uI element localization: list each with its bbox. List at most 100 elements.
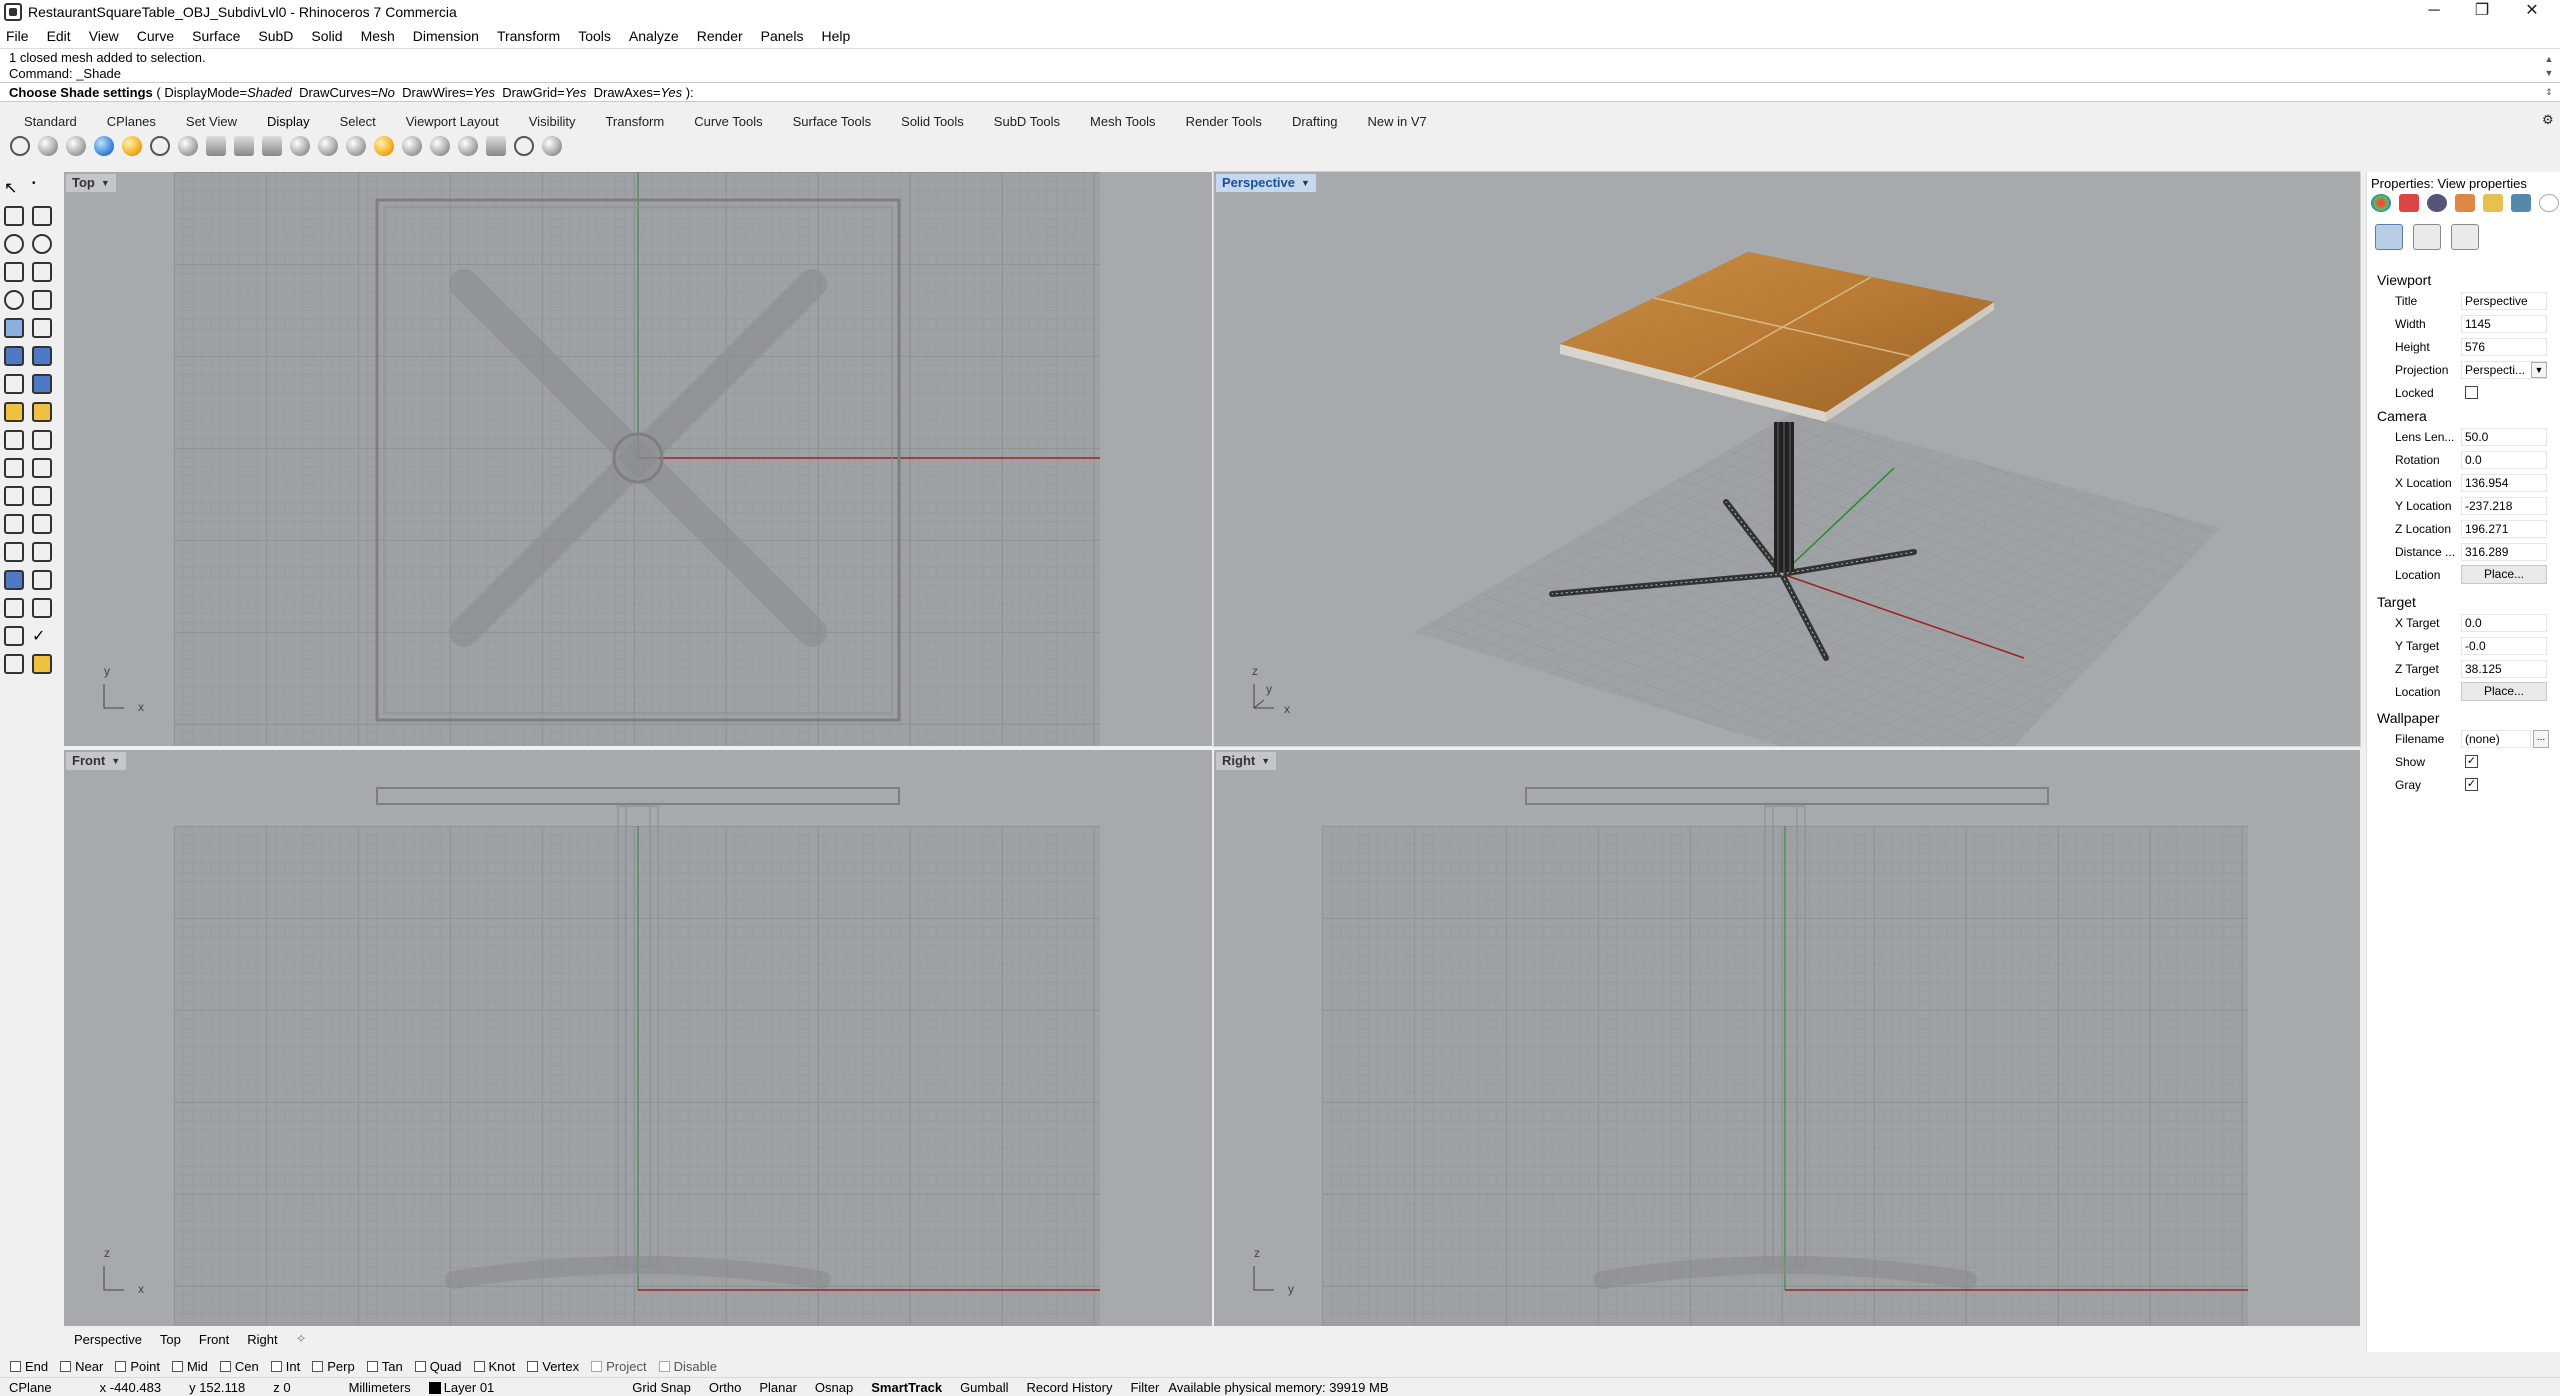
boolean-icon[interactable] [32, 374, 52, 394]
help-icon[interactable] [2539, 194, 2559, 212]
sphere-solid-icon[interactable] [32, 346, 52, 366]
view-tab-top[interactable]: Top [160, 1332, 181, 1347]
display-options-icon[interactable] [318, 136, 338, 156]
width-field[interactable]: 1145 [2461, 315, 2547, 333]
polyline-icon[interactable] [4, 206, 24, 226]
surface-icon[interactable] [4, 318, 24, 338]
move-icon[interactable] [4, 486, 24, 506]
mirror-icon[interactable] [32, 514, 52, 534]
view-tab-front[interactable]: Front [199, 1332, 229, 1347]
transform-icon[interactable] [4, 626, 24, 646]
osnap-mid[interactable]: Mid [171, 1359, 208, 1374]
circle-icon[interactable] [4, 234, 24, 254]
camera-place-button[interactable]: Place... [2461, 565, 2547, 584]
menu-solid[interactable]: Solid [311, 28, 342, 44]
explode-icon[interactable] [4, 402, 24, 422]
menu-panels[interactable]: Panels [761, 28, 804, 44]
tab-standard[interactable]: Standard [24, 114, 77, 129]
browse-button[interactable]: ... [2533, 730, 2549, 748]
tab-display[interactable]: Display [267, 114, 310, 129]
tab-new-in-v7[interactable]: New in V7 [1367, 114, 1426, 129]
smarttrack-toggle[interactable]: SmartTrack [862, 1380, 951, 1395]
zebra-icon[interactable] [402, 136, 422, 156]
rotate-icon[interactable] [32, 486, 52, 506]
tab-select[interactable]: Select [340, 114, 376, 129]
viewport-perspective[interactable]: z y x Perspective ▼ [1213, 171, 2361, 747]
distance-field[interactable]: 316.289 [2461, 543, 2547, 561]
fillet-icon[interactable] [32, 290, 52, 310]
rectangle-icon[interactable] [32, 262, 52, 282]
close-button[interactable]: ✕ [2508, 0, 2556, 24]
prompt-spin-icon[interactable]: ⇕ [2542, 83, 2556, 101]
tab-visibility[interactable]: Visibility [529, 114, 576, 129]
lens-length-field[interactable]: 50.0 [2461, 428, 2547, 446]
curve-icon[interactable] [32, 206, 52, 226]
ortho-toggle[interactable]: Ortho [700, 1380, 751, 1395]
technical-icon[interactable] [178, 136, 198, 156]
trim-icon[interactable] [4, 430, 24, 450]
tab-cplanes[interactable]: CPlanes [107, 114, 156, 129]
viewport-title-perspective[interactable]: Perspective ▼ [1216, 174, 1316, 192]
option-drawaxes[interactable]: DrawAxes=Yes [594, 85, 683, 100]
xray-icon[interactable] [150, 136, 170, 156]
menu-tools[interactable]: Tools [578, 28, 611, 44]
tab-render-tools[interactable]: Render Tools [1186, 114, 1262, 129]
osnap-knot[interactable]: Knot [473, 1359, 515, 1374]
x-target-field[interactable]: 0.0 [2461, 614, 2547, 632]
material-icon[interactable] [2399, 194, 2419, 212]
osnap-int[interactable]: Int [270, 1359, 300, 1374]
x-location-field[interactable]: 136.954 [2461, 474, 2547, 492]
camera-icon[interactable] [2375, 224, 2403, 250]
sphere-icon[interactable] [346, 136, 366, 156]
filename-field[interactable]: (none) [2461, 730, 2531, 748]
y-target-field[interactable]: -0.0 [2461, 637, 2547, 655]
height-field[interactable]: 576 [2461, 338, 2547, 356]
locked-checkbox[interactable] [2465, 386, 2478, 399]
view-tab-right[interactable]: Right [247, 1332, 277, 1347]
tab-subd-tools[interactable]: SubD Tools [994, 114, 1060, 129]
tab-transform[interactable]: Transform [605, 114, 664, 129]
extrude-icon[interactable] [32, 318, 52, 338]
layer-selector[interactable]: Layer 01 [420, 1380, 504, 1395]
join-icon[interactable] [32, 402, 52, 422]
option-drawwires[interactable]: DrawWires=Yes [402, 85, 495, 100]
show-checkbox[interactable]: ✓ [2465, 755, 2478, 768]
z-location-field[interactable]: 196.271 [2461, 520, 2547, 538]
maximize-button[interactable]: ❐ [2458, 0, 2506, 24]
menu-help[interactable]: Help [821, 28, 850, 44]
viewport-top[interactable]: y x Top ▼ [64, 172, 1212, 746]
rendered-icon[interactable] [66, 136, 86, 156]
viewport-title-right[interactable]: Right ▼ [1216, 752, 1277, 770]
cage-icon[interactable] [4, 570, 24, 590]
menu-render[interactable]: Render [697, 28, 743, 44]
light-icon[interactable] [374, 136, 394, 156]
tab-surface-tools[interactable]: Surface Tools [793, 114, 872, 129]
viewport-right[interactable]: z y Right ▼ [1214, 750, 2360, 1326]
color-wheel-icon[interactable] [2371, 194, 2391, 212]
tab-set-view[interactable]: Set View [186, 114, 237, 129]
mesh-icon[interactable] [4, 374, 24, 394]
view-tab-perspective[interactable]: Perspective [74, 1332, 142, 1347]
gray-checkbox[interactable]: ✓ [2465, 778, 2478, 791]
add-view-tab-icon[interactable]: ✧ [296, 1331, 307, 1347]
tab-drafting[interactable]: Drafting [1292, 114, 1338, 129]
target-place-button[interactable]: Place... [2461, 682, 2547, 701]
pen-icon[interactable] [234, 136, 254, 156]
ghosted-icon[interactable] [94, 136, 114, 156]
environment-icon[interactable] [430, 136, 450, 156]
title-field[interactable]: Perspective [2461, 292, 2547, 310]
osnap-project[interactable]: Project [591, 1359, 647, 1374]
osnap-vertex[interactable]: Vertex [527, 1359, 579, 1374]
menu-file[interactable]: File [6, 28, 29, 44]
z-target-field[interactable]: 38.125 [2461, 660, 2547, 678]
menu-curve[interactable]: Curve [137, 28, 174, 44]
analyze-icon[interactable] [4, 654, 24, 674]
osnap-cen[interactable]: Cen [219, 1359, 259, 1374]
osnap-quad[interactable]: Quad [414, 1359, 462, 1374]
osnap-disable[interactable]: Disable [658, 1359, 717, 1374]
text-icon[interactable] [32, 598, 52, 618]
arc-icon[interactable] [32, 234, 52, 254]
option-drawcurves[interactable]: DrawCurves=No [299, 85, 395, 100]
menu-surface[interactable]: Surface [192, 28, 240, 44]
render-tool-icon[interactable] [32, 654, 52, 674]
